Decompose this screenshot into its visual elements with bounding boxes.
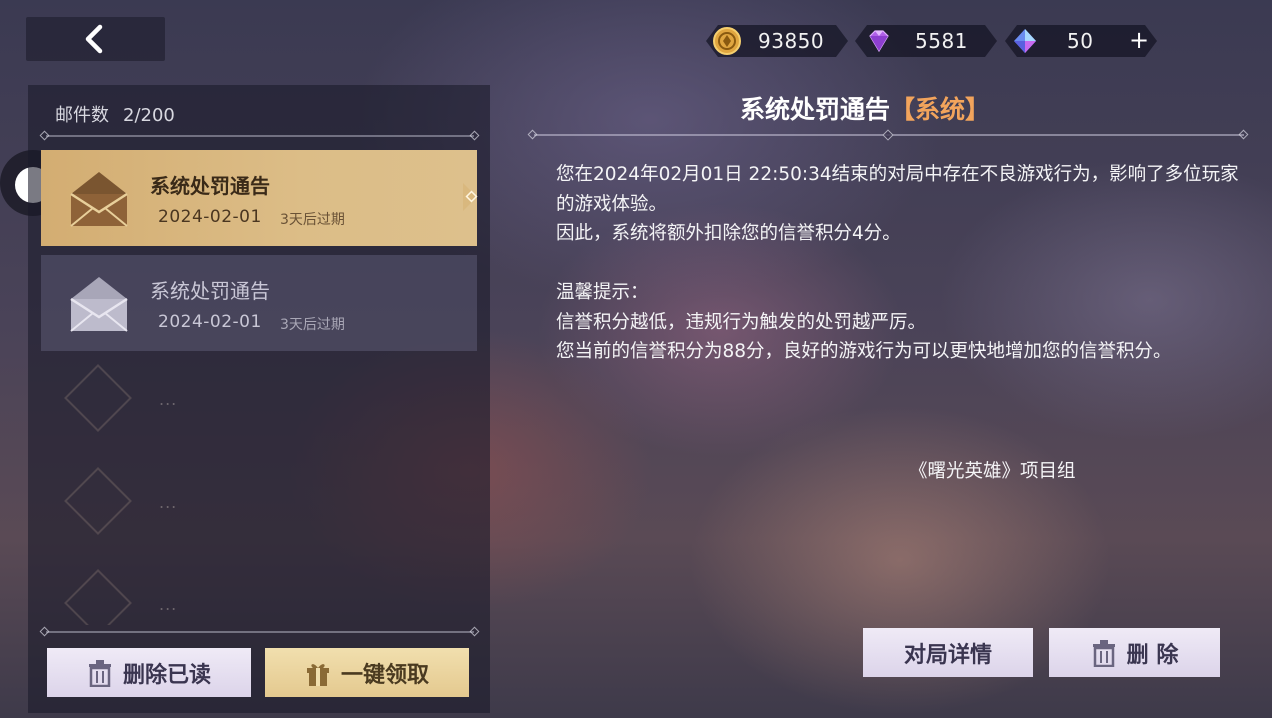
delete-label: 删 除	[1126, 642, 1179, 668]
mail-title: 系统处罚通告	[150, 174, 270, 198]
mail-expire: 3天后过期	[280, 212, 345, 228]
empty-slot-diamond-icon	[64, 364, 132, 432]
delete-read-button[interactable]: 删除已读	[47, 648, 251, 697]
trash-icon	[88, 659, 111, 687]
mail-count: 邮件数 2/200	[55, 101, 175, 127]
mail-item-selected[interactable]: 系统处罚通告 2024-02-01 3天后过期	[41, 150, 478, 246]
envelope-icon	[70, 172, 128, 227]
divider	[46, 135, 474, 137]
mail-expire: 3天后过期	[280, 317, 345, 333]
match-details-button[interactable]: 对局详情	[863, 628, 1033, 677]
empty-slot-text: ...	[159, 390, 178, 409]
divider-dot	[39, 130, 50, 141]
mail-date: 2024-02-01	[158, 312, 262, 332]
mail-date: 2024-02-01	[158, 207, 262, 227]
diamond-value: 50	[1067, 29, 1094, 53]
add-currency-button[interactable]: +	[1127, 27, 1151, 53]
claim-all-label: 一键领取	[340, 662, 429, 688]
mail-detail-title: 系统处罚通告【系统】	[740, 90, 990, 126]
divider	[46, 631, 474, 633]
empty-slot-diamond-icon	[64, 569, 132, 625]
divider-center-ornament	[882, 129, 894, 141]
detail-tag: 【系统】	[890, 95, 991, 124]
gold-value: 93850	[758, 29, 825, 53]
mail-title: 系统处罚通告	[150, 279, 270, 303]
gold-coin-icon	[713, 27, 741, 55]
delete-button[interactable]: 删 除	[1049, 628, 1220, 677]
detail-paragraph: 您在2024年02月01日 22:50:34结束的对局中存在不良游戏行为，影响了…	[556, 164, 1239, 215]
divider-dot	[39, 626, 50, 637]
mail-item[interactable]: 系统处罚通告 2024-02-01 3天后过期	[41, 255, 477, 351]
empty-slot-text: ...	[159, 493, 178, 512]
divider-dot	[469, 626, 480, 637]
detail-signature: 《曙光英雄》项目组	[909, 461, 1076, 482]
empty-slot: ...	[41, 360, 477, 456]
mail-count-value: 2/200	[123, 105, 175, 126]
claim-all-button[interactable]: 一键领取	[265, 648, 469, 697]
empty-slot-text: ...	[159, 595, 178, 614]
blue-diamond-icon	[1014, 29, 1036, 53]
envelope-icon	[70, 277, 128, 332]
mail-list-panel: 邮件数 2/200 系统处罚通告 2024-02-01 3天后过期 系统处罚通告	[28, 85, 490, 713]
detail-paragraph: 因此，系统将额外扣除您的信誉积分4分。	[556, 223, 901, 244]
purple-gem-icon	[869, 30, 889, 53]
gem-value: 5581	[915, 29, 968, 53]
selected-indicator-icon	[463, 183, 478, 211]
trash-icon	[1092, 639, 1115, 667]
divider-dot	[1238, 129, 1249, 140]
gift-icon	[306, 663, 329, 686]
detail-paragraph: 温馨提示：	[556, 282, 649, 303]
divider-dot	[527, 129, 538, 140]
delete-read-label: 删除已读	[122, 662, 211, 688]
match-details-label: 对局详情	[903, 642, 992, 668]
back-button[interactable]	[26, 17, 165, 61]
empty-slot: ...	[41, 463, 477, 559]
detail-paragraph: 您当前的信誉积分为88分，良好的游戏行为可以更快地增加您的信誉积分。	[556, 341, 1172, 362]
divider-dot	[469, 130, 480, 141]
mail-detail-body: 您在2024年02月01日 22:50:34结束的对局中存在不良游戏行为，影响了…	[556, 160, 1246, 367]
detail-paragraph: 信誉积分越低，违规行为触发的处罚越严厉。	[556, 311, 927, 333]
empty-slot: ...	[41, 565, 477, 625]
detail-title-text: 系统处罚通告	[740, 95, 891, 124]
mail-count-label: 邮件数	[55, 105, 109, 126]
empty-slot-diamond-icon	[64, 467, 132, 535]
chevron-left-icon	[85, 24, 102, 54]
